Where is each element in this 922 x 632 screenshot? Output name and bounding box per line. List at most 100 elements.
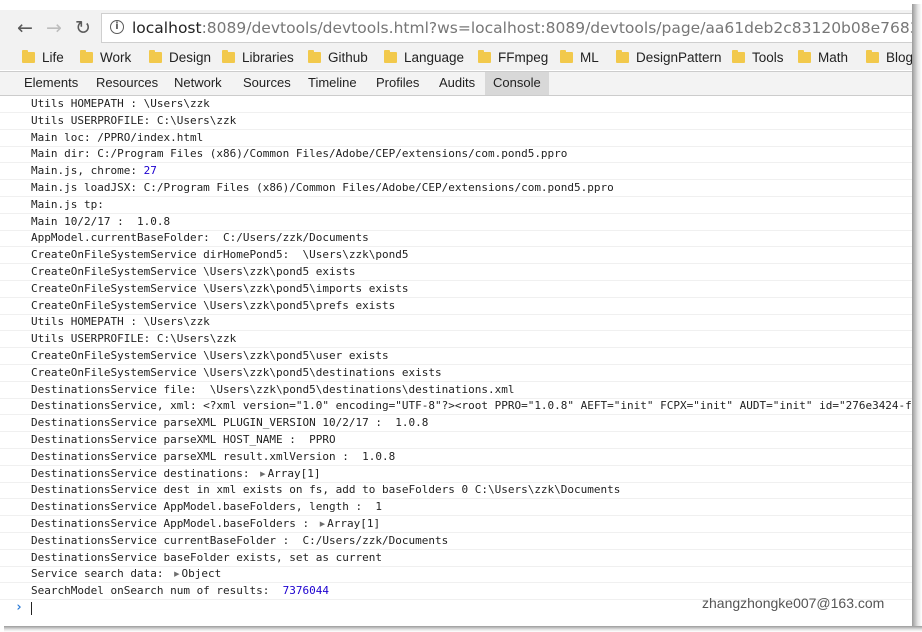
expand-triangle-icon[interactable]: ▶ [320,517,325,531]
console-message-text: DestinationsService parseXML PLUGIN_VERS… [31,416,428,430]
window-shadow-right [912,4,922,632]
tab-audits[interactable]: Audits [431,72,483,95]
address-bar: ← → ↻ i localhost:8089/devtools/devtools… [0,10,912,46]
message-content: CreateOnFileSystemService \Users\zzk\pon… [31,281,409,295]
message-content: DestinationsService baseFolder exists, s… [31,550,382,564]
console-message-text: Main.js, chrome: 27 [31,164,157,178]
bookmark-libraries[interactable]: Libraries [222,49,294,67]
console-message-text: SearchModel onSearch num of results: 737… [31,584,329,598]
expand-triangle-icon[interactable]: ▶ [174,567,179,581]
console-message: Main loc: /PPRO/index.html [0,130,912,147]
console-message-text: Main 10/2/17 : 1.0.8 [31,215,170,229]
console-message: DestinationsService AppModel.baseFolders… [0,499,912,517]
console-message: DestinationsService currentBaseFolder : … [0,533,912,550]
folder-icon [149,50,162,63]
bookmark-blog[interactable]: Blog [866,49,912,67]
reload-icon[interactable]: ↻ [75,18,91,38]
message-content: DestinationsService currentBaseFolder : … [31,533,449,547]
tab-elements[interactable]: Elements [16,72,86,95]
bookmarks-bar: Life Work Design Libraries Github Language FFm… [0,46,912,70]
console-message: Main.js loadJSX: C:/Program Files (x86)/… [0,180,912,197]
console-message: DestinationsService parseXML PLUGIN_VERS… [0,415,912,433]
back-arrow-icon[interactable]: ← [17,18,33,38]
bookmark-tools[interactable]: Tools [732,49,784,67]
bookmark-life[interactable]: Life [22,49,64,67]
message-content: AppModel.currentBaseFolder: C:/Users/zzk… [31,231,369,245]
console-message-text: Service search data: ▶ Object [31,567,221,581]
object-preview[interactable]: Array[1] [327,517,380,530]
console-message: DestinationsService file: \Users\zzk\pon… [0,382,912,399]
message-content: Main 10/2/17 : 1.0.8 [31,214,171,228]
console-panel: Utils HOMEPATH : \Users\zzk Utils USERPRO… [0,96,912,626]
bookmark-label: Libraries [242,50,294,65]
message-content: Utils USERPROFILE: C:\Users\zzk [31,113,237,127]
console-message: Main.js, chrome: 27 [0,163,912,181]
bookmark-design[interactable]: Design [149,49,211,67]
console-message-text: DestinationsService, xml: <?xml version=… [31,399,912,413]
tab-resources[interactable]: Resources [88,72,166,95]
bookmark-language[interactable]: Language [384,49,464,67]
console-message: DestinationsService, xml: <?xml version=… [0,398,912,416]
message-content: CreateOnFileSystemService \Users\zzk\pon… [31,298,396,312]
message-content: DestinationsService AppModel.baseFolders… [31,500,382,514]
tab-console[interactable]: Console [485,72,549,95]
bookmark-ml[interactable]: ML [560,49,599,67]
browser-window: ← → ↻ i localhost:8089/devtools/devtools… [0,0,912,626]
folder-icon [732,50,745,63]
url-field[interactable]: i localhost:8089/devtools/devtools.html?… [101,13,912,43]
prompt-chevron-icon: › [15,600,23,615]
message-content: DestinationsService parseXML result.xmlV… [31,449,396,463]
object-preview[interactable]: Object [181,567,221,580]
tab-sources[interactable]: Sources [235,72,299,95]
message-content: DestinationsService parseXML HOST_NAME :… [31,433,336,446]
console-message: DestinationsService parseXML HOST_NAME :… [0,432,912,449]
console-message-text: Main loc: /PPRO/index.html [31,131,203,145]
console-message: AppModel.currentBaseFolder: C:/Users/zzk… [0,230,912,248]
console-message: DestinationsService AppModel.baseFolders… [0,516,912,533]
console-message-text: Utils USERPROFILE: C:\Users\zzk [31,332,236,346]
bookmark-ffmpeg[interactable]: FFmpeg [478,49,548,67]
console-message: CreateOnFileSystemService \Users\zzk\pon… [0,264,912,281]
url-path: :8089/devtools/devtools.html?ws=localhos… [201,19,912,37]
message-content: CreateOnFileSystemService \Users\zzk\pon… [31,265,356,278]
console-message-text: AppModel.currentBaseFolder: C:/Users/zzk… [31,231,369,245]
url-text[interactable]: localhost:8089/devtools/devtools.html?ws… [132,18,912,38]
message-content: Utils HOMEPATH : \Users\zzk [31,97,210,110]
bookmark-label: ML [580,50,599,65]
expand-triangle-icon[interactable]: ▶ [260,467,265,481]
folder-icon [80,50,93,63]
console-message: CreateOnFileSystemService \Users\zzk\pon… [0,348,912,365]
bookmark-designpattern[interactable]: DesignPattern [616,49,722,67]
message-content: Utils HOMEPATH : \Users\zzk [31,315,210,329]
console-message: DestinationsService destinations: ▶ Array… [0,466,912,483]
console-message: Main 10/2/17 : 1.0.8 [0,214,912,231]
message-content: DestinationsService file: \Users\zzk\pon… [31,382,515,396]
console-message-text: CreateOnFileSystemService \Users\zzk\pon… [31,282,409,296]
tab-timeline[interactable]: Timeline [300,72,365,95]
console-message-text: Utils USERPROFILE: C:\Users\zzk [31,114,236,128]
message-content: Main loc: /PPRO/index.html [31,130,204,144]
message-content: CreateOnFileSystemService \Users\zzk\pon… [31,349,389,362]
url-host: localhost [132,19,202,37]
bookmark-github[interactable]: Github [308,49,368,67]
object-preview[interactable]: Array[1] [268,467,321,480]
bookmark-label: Language [404,50,465,65]
folder-icon [560,50,573,63]
forward-arrow-icon[interactable]: → [46,18,62,38]
folder-icon [308,50,321,63]
tab-network[interactable]: Network [166,72,230,95]
console-message-text: Main.js tp: [31,198,104,212]
message-content: CreateOnFileSystemService \Users\zzk\pon… [31,365,442,379]
console-message: CreateOnFileSystemService \Users\zzk\pon… [0,365,912,382]
console-message: CreateOnFileSystemService \Users\zzk\pon… [0,298,912,315]
console-message-text: CreateOnFileSystemService \Users\zzk\pon… [31,349,389,363]
info-icon[interactable]: i [110,20,124,34]
watermark: zhangzhongke007@163.com [702,595,885,611]
tab-profiles[interactable]: Profiles [368,72,427,95]
message-content: DestinationsService parseXML PLUGIN_VERS… [31,416,429,430]
bookmark-math[interactable]: Math [798,49,848,67]
message-content: Service search data: [31,567,171,581]
console-message-text: DestinationsService parseXML HOST_NAME :… [31,433,336,447]
bookmark-work[interactable]: Work [80,49,131,67]
bookmark-label: Life [42,50,64,65]
